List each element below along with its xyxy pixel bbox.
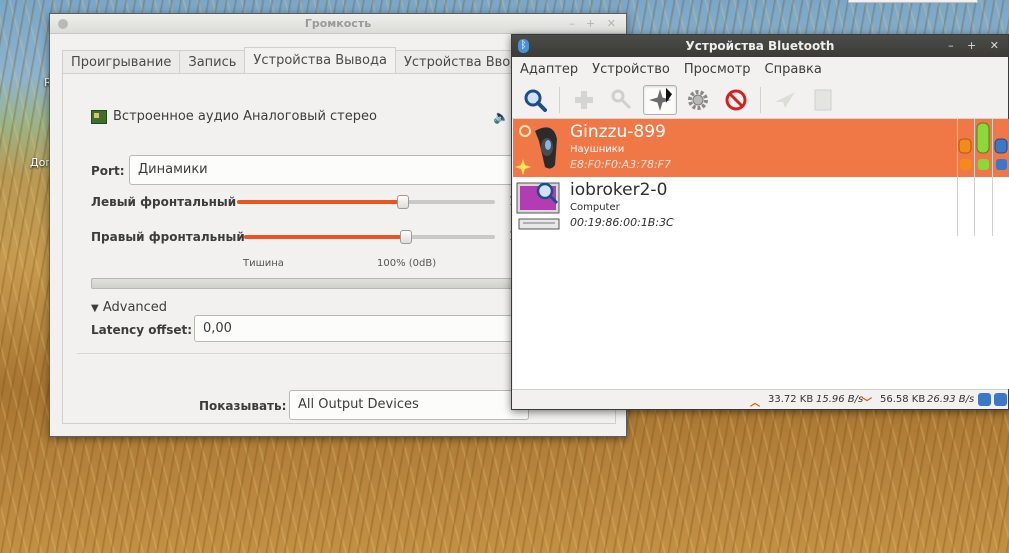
hundred-percent-mark: 100% (0dB) [377,258,437,269]
list-item-ginzzu[interactable]: Ginzzu-899 Наушники E8:F0:F0:A3:78:F7 [513,119,1009,177]
volume-window-title: Громкость [304,17,372,30]
upload-total: 33.72 KB [768,394,814,405]
list-item-iobroker[interactable]: iobroker2-0 Computer 00:19:86:00:1B:3C [513,177,1009,235]
port-label: Port: [91,164,125,178]
window-controls[interactable]: – + ✕ [569,17,620,30]
search-button[interactable] [518,85,552,115]
gear-icon [688,89,708,110]
search-icon [524,89,547,112]
slider-fill [244,235,406,239]
volume-tabs: Проигрывание Запись Устройства Вывода Ус… [62,47,571,74]
device-type: Computer [570,202,620,213]
show-devices-select[interactable]: All Output Devices [289,390,529,420]
wrench-icon [611,89,632,109]
browse-icon [814,89,832,110]
device-name: iobroker2-0 [570,180,668,200]
download-arrow-icon: ﹀ [862,398,872,409]
desktop-icon-label-2[interactable]: Дог [30,156,51,169]
device-type: Наушники [570,144,625,155]
remove-icon [725,89,747,110]
connection-status-icon [978,393,1007,406]
download-rate: 26.93 B/s [927,394,975,405]
mouse-cursor [666,87,672,106]
bluetooth-window: ᛒ Устройства Bluetooth – + ✕ Адаптер Уст… [511,34,1009,410]
headset-icon [515,125,557,175]
device-list: Ginzzu-899 Наушники E8:F0:F0:A3:78:F7 io… [513,119,1009,389]
add-icon [575,90,593,109]
advanced-label: Advanced [102,300,168,315]
right-channel-slider[interactable] [244,230,495,244]
device-name: Ginzzu-899 [570,122,666,142]
device-name: Встроенное аудио Аналоговый стерео [113,109,377,124]
upload-arrow-icon: ︿ [750,398,760,409]
advanced-expander[interactable]: ▼ Advanced [91,300,167,315]
add-button[interactable] [567,85,601,115]
window-controls[interactable]: – + ✕ [948,39,1004,52]
computer-icon [516,182,560,230]
tab-output-devices[interactable]: Устройства Вывода [244,47,396,74]
toolbar-separator [760,86,761,113]
menubar: Адаптер Устройство Просмотр Справка [512,57,1008,81]
send-file-button[interactable] [768,85,802,115]
menu-view[interactable]: Просмотр [684,62,751,77]
remove-button[interactable] [719,85,753,115]
device-status-icons [958,122,1008,170]
column-divider [974,119,975,236]
menu-adapter[interactable]: Адаптер [520,62,578,77]
device-address: 00:19:86:00:1B:3C [570,216,674,229]
right-channel-label: Правый фронтальный [91,230,245,244]
menu-device[interactable]: Устройство [592,62,670,77]
toolbar-separator [559,86,560,113]
slider-knob[interactable] [397,195,409,209]
port-select[interactable]: Динамики [129,155,549,185]
device-address: E8:F0:F0:A3:78:F7 [570,158,671,171]
settings-button[interactable] [681,85,715,115]
upload-rate: 15.96 B/s [816,394,864,405]
tab-recording[interactable]: Запись [179,50,246,74]
statusbar: ︿ 33.72 KB 15.96 B/s ﹀ 56.58 KB 26.93 B/… [512,389,1008,409]
latency-label: Latency offset: [91,323,193,337]
left-channel-slider[interactable] [237,195,495,209]
audio-card-icon [91,109,107,124]
speaker-mute-icon[interactable]: 🔈 [493,110,509,125]
slider-fill [237,200,403,204]
left-channel-label: Левый фронтальный [91,195,237,209]
browse-button[interactable] [806,85,840,115]
device-header: Встроенное аудио Аналоговый стерео [91,109,377,124]
column-divider [992,119,993,236]
latency-input[interactable]: 0,00 [194,315,514,342]
volume-titlebar[interactable]: Громкость – + ✕ [50,14,626,34]
slider-knob[interactable] [400,230,412,244]
column-divider [957,119,958,236]
download-total: 56.58 KB [880,394,926,405]
expander-arrow-icon: ▼ [91,303,99,314]
bluetooth-window-title: Устройства Bluetooth [685,39,835,53]
menu-help[interactable]: Справка [765,62,822,77]
setup-button[interactable] [605,85,639,115]
peak-meter [91,278,531,289]
silence-mark: Тишина [243,258,284,269]
toolbar [512,81,1008,119]
show-label: Показывать: [199,399,287,413]
background-window-edge [848,0,978,3]
bluetooth-titlebar[interactable]: ᛒ Устройства Bluetooth – + ✕ [512,35,1008,57]
send-icon [775,91,795,108]
tab-playback[interactable]: Проигрывание [62,50,181,74]
